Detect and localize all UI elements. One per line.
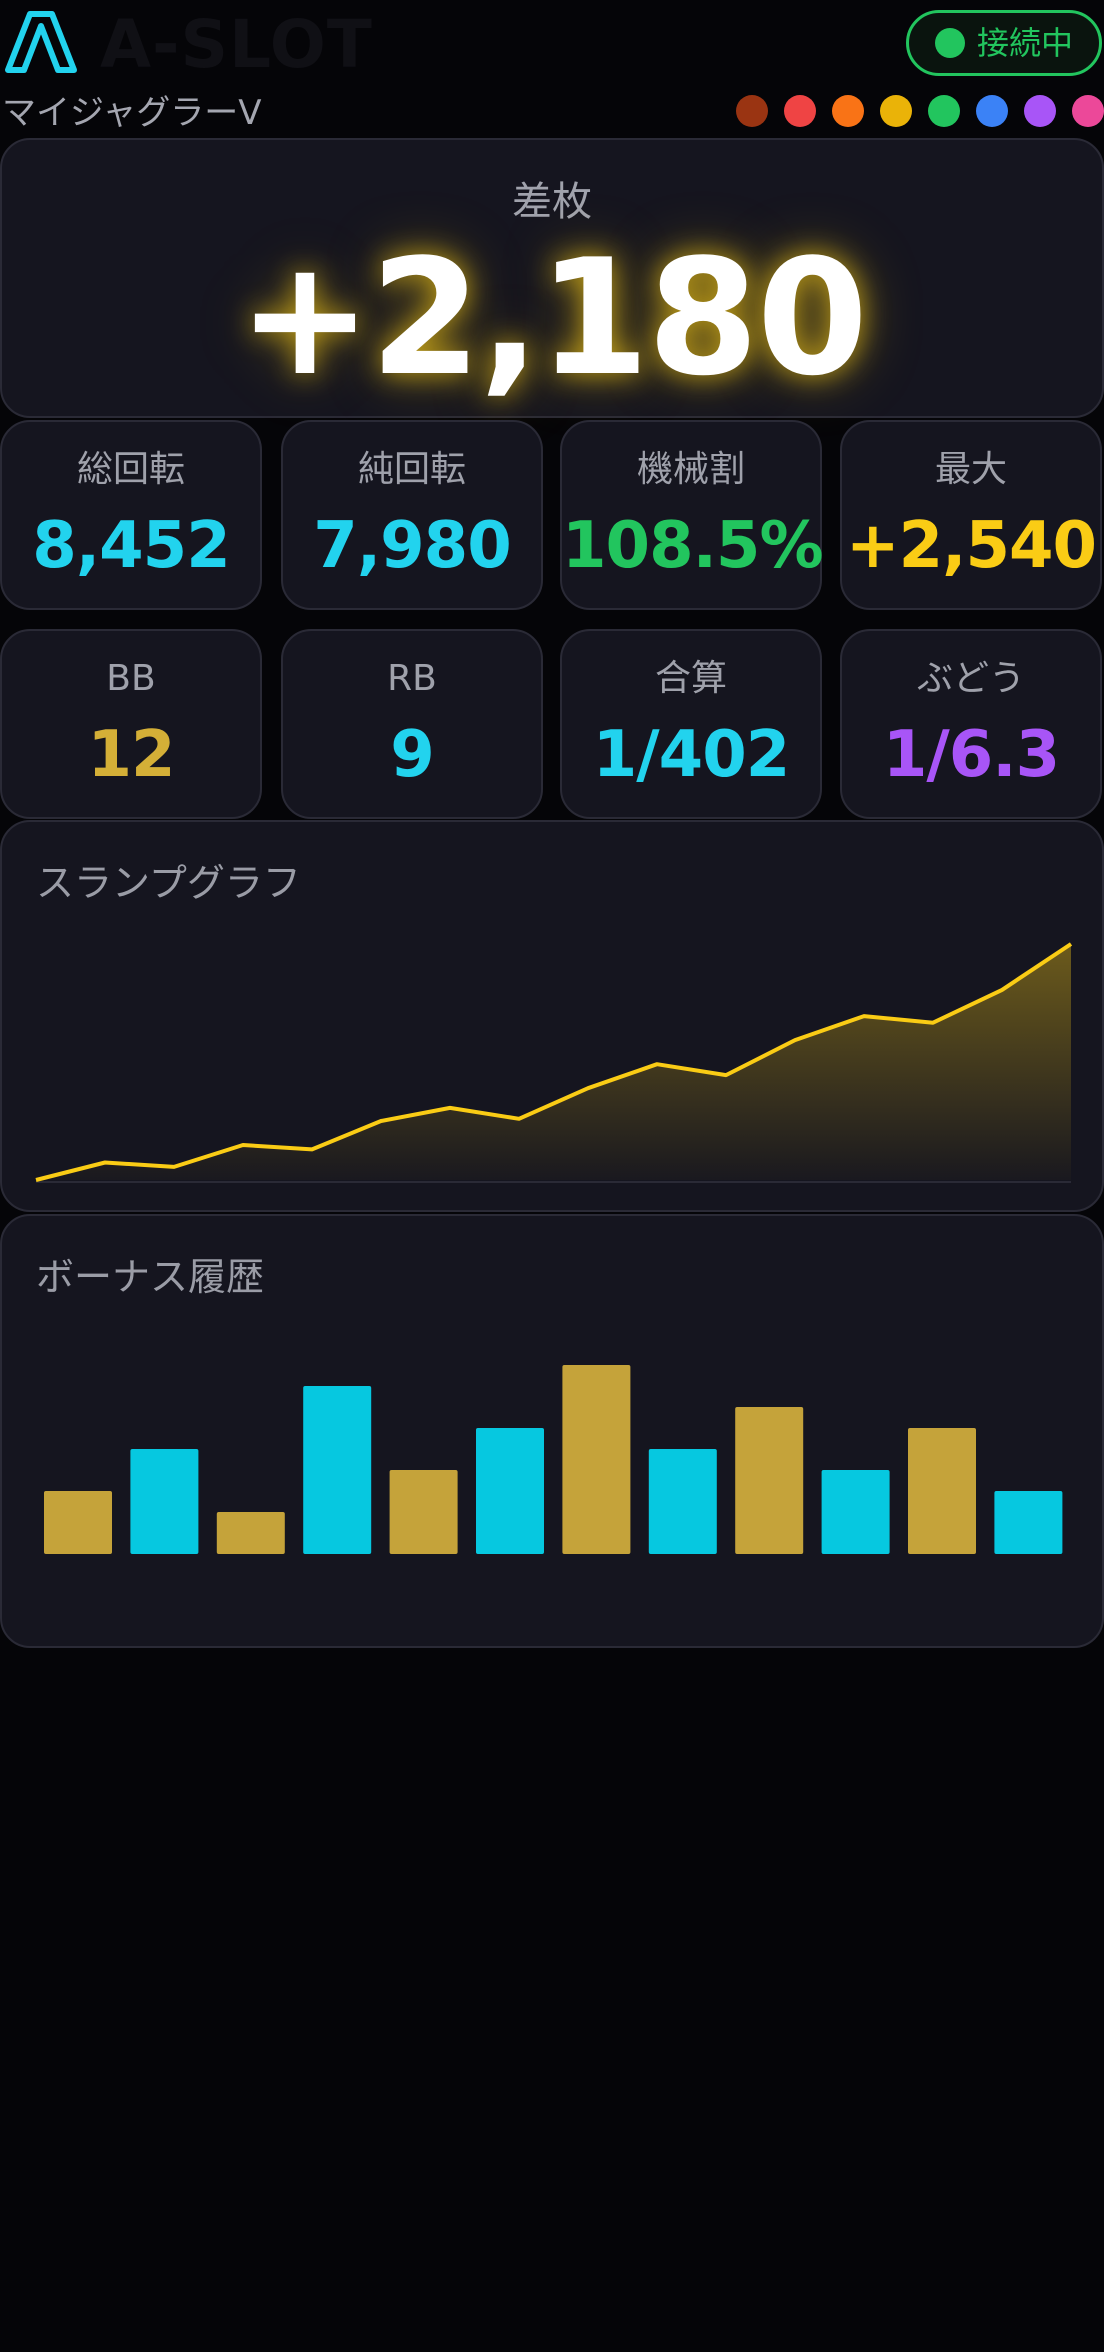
stat-max: 最大 +2,540 <box>840 420 1102 610</box>
stat-label: ぶどう <box>916 658 1025 699</box>
bonus-history-card: ボーナス履歴 <box>0 1214 1104 1648</box>
bonus-bar <box>44 1491 112 1554</box>
lamp-indicator-icon <box>1024 95 1056 127</box>
bonus-bar <box>476 1428 544 1554</box>
machine-name: マイジャグラーV <box>2 93 262 133</box>
stat-label: RB <box>387 658 437 699</box>
stat-combined: 合算 1/402 <box>560 629 822 819</box>
status-dot-icon <box>935 28 965 58</box>
difference-card: 差枚 +2,180 <box>0 138 1104 418</box>
lamp-indicator-icon <box>784 95 816 127</box>
difference-label: 差枚 <box>512 179 592 225</box>
lamp-indicator-icon <box>880 95 912 127</box>
bonus-bar <box>130 1449 199 1554</box>
bonus-bar <box>303 1386 372 1554</box>
stat-label: 合算 <box>654 658 727 699</box>
app-title: A-SLOT <box>100 6 373 83</box>
stat-value: 9 <box>390 718 435 792</box>
stat-value: +2,540 <box>845 509 1097 583</box>
bonus-bar <box>735 1407 804 1554</box>
header: A-SLOT マイジャグラーV 接続中 <box>0 0 1104 136</box>
bonus-bar <box>908 1428 976 1554</box>
logo-icon <box>5 11 77 73</box>
bonus-bar <box>821 1470 890 1554</box>
slump-graph-card: スランプグラフ <box>0 820 1104 1212</box>
stat-label: 総回転 <box>76 449 185 490</box>
connection-status-label: 接続中 <box>977 24 1074 62</box>
stat-value: 8,452 <box>32 509 230 583</box>
stat-value: 7,980 <box>313 509 511 583</box>
bonus-bar <box>562 1365 631 1554</box>
difference-value: +2,180 <box>237 224 868 411</box>
lamp-indicator-icon <box>976 95 1008 127</box>
bonus-bar <box>648 1449 717 1554</box>
connection-status-badge[interactable]: 接続中 <box>906 10 1102 76</box>
stat-payout-rate: 機械割 108.5% <box>560 420 824 610</box>
slump-graph <box>35 942 1073 1183</box>
stat-value: 1/6.3 <box>882 718 1060 792</box>
stat-net-spins: 純回転 7,980 <box>281 420 543 610</box>
stat-label: BB <box>106 658 156 699</box>
bonus-bar <box>994 1491 1063 1554</box>
stat-value: 12 <box>87 718 175 792</box>
slump-area <box>36 944 1071 1180</box>
bonus-bar <box>216 1512 285 1554</box>
stat-rb: RB 9 <box>281 629 543 819</box>
stat-value: 1/402 <box>592 718 791 792</box>
lamp-indicator-icon <box>928 95 960 127</box>
stat-label: 機械割 <box>636 449 745 490</box>
stat-total-spins: 総回転 8,452 <box>0 420 262 610</box>
stat-label: 最大 <box>934 449 1007 490</box>
lamp-indicator-icon <box>736 95 768 127</box>
stat-bb: BB 12 <box>0 629 262 819</box>
lamp-indicator-icon <box>1072 95 1104 127</box>
lamp-indicator-icon <box>832 95 864 127</box>
stat-label: 純回転 <box>357 449 466 490</box>
bonus-bar <box>389 1470 458 1554</box>
stat-value: 108.5% <box>562 509 824 583</box>
bonus-history-chart <box>44 1365 1063 1554</box>
stat-grape: ぶどう 1/6.3 <box>840 629 1102 819</box>
